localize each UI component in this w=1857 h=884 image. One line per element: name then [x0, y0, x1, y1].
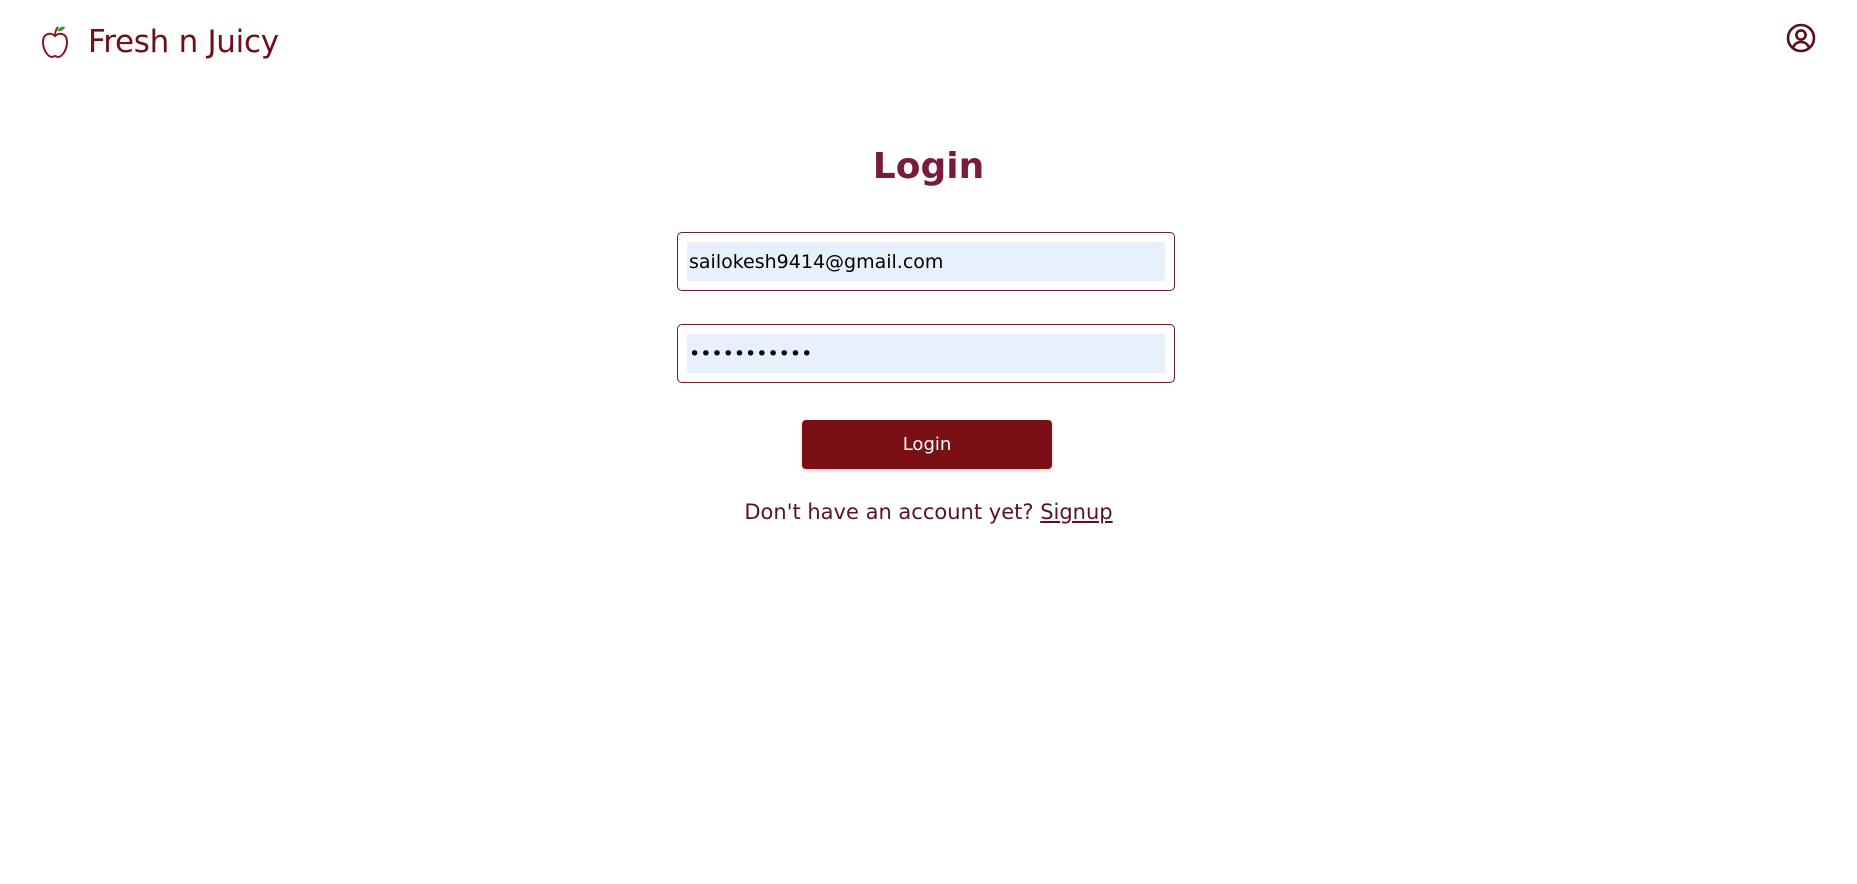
- password-field[interactable]: [687, 334, 1165, 373]
- brand-name: Fresh n Juicy: [88, 24, 279, 60]
- signup-link[interactable]: Signup: [1040, 500, 1112, 524]
- user-circle-icon[interactable]: [1786, 23, 1816, 53]
- apple-icon: [41, 26, 69, 59]
- signup-prompt-line: Don't have an account yet? Signup: [0, 497, 1857, 527]
- signup-prompt: Don't have an account yet?: [744, 500, 1034, 524]
- login-page: Fresh n Juicy Login Login Don't have an …: [0, 0, 1857, 884]
- login-button[interactable]: Login: [802, 420, 1052, 469]
- email-field-wrapper: [677, 232, 1175, 291]
- email-field[interactable]: [687, 242, 1165, 281]
- page-title: Login: [872, 146, 985, 187]
- brand[interactable]: Fresh n Juicy: [40, 22, 279, 62]
- password-field-wrapper: [677, 324, 1175, 383]
